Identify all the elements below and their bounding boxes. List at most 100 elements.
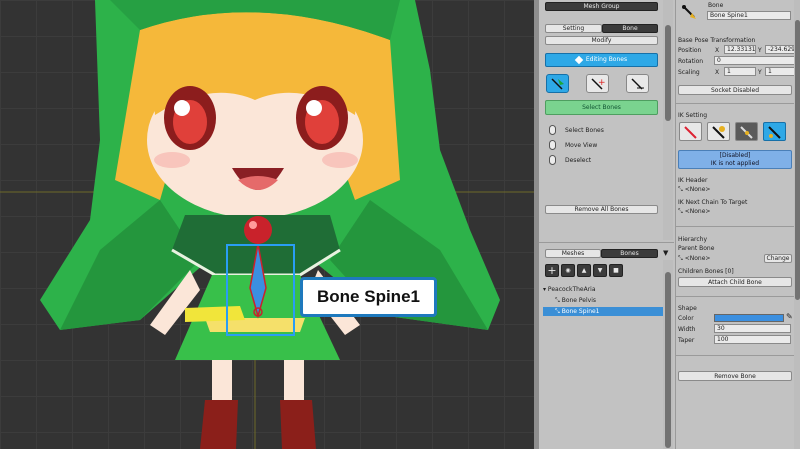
mesh-group-panel: Mesh Group Setting Bone Modify Editing B… (539, 0, 674, 449)
bone-icon: ⤡ (678, 186, 685, 193)
base-pose-heading: Base Pose Transformation (678, 37, 756, 44)
remove-all-bones-button[interactable]: Remove All Bones (545, 205, 658, 214)
parent-bone-value: ⤡ <None> (678, 255, 710, 263)
mouse-right-icon (549, 155, 556, 165)
ik-chain-icon (740, 126, 753, 139)
scaling-y-label: Y (758, 69, 762, 76)
right-separator-3 (676, 296, 800, 297)
panel-title: Bone (708, 2, 724, 9)
position-label: Position (678, 47, 702, 54)
tab-meshes[interactable]: Meshes (545, 249, 601, 258)
children-bones-label: Children Bones [0] (678, 268, 734, 275)
move-down-icon[interactable]: ▼ (593, 264, 607, 277)
attach-child-bone-button[interactable]: Attach Child Bone (678, 277, 792, 287)
add-bone-tool[interactable]: + (586, 74, 609, 93)
scaling-x-field[interactable]: 1 (724, 67, 756, 76)
link-bone-tool[interactable] (626, 74, 649, 93)
mid-scrollbar-thumb[interactable] (665, 25, 671, 121)
tab-bone[interactable]: Bone (602, 24, 658, 33)
position-x-label: X (715, 47, 720, 54)
rotation-field[interactable]: 0 (714, 56, 798, 65)
tree-item-bone-pelvis[interactable]: ⤡ Bone Pelvis (543, 296, 667, 305)
bones-list-scrollbar[interactable] (663, 260, 673, 449)
ik-mode-chain-button[interactable] (735, 122, 758, 141)
width-field[interactable]: 30 (714, 324, 791, 333)
bone-color-swatch[interactable] (714, 314, 784, 322)
visibility-icon[interactable]: ◉ (561, 264, 575, 277)
taper-label: Taper (678, 337, 695, 344)
ik-mode-none-button[interactable] (679, 122, 702, 141)
hint-select: Select Bones (565, 127, 604, 134)
shape-heading: Shape (678, 305, 697, 312)
tab-setting[interactable]: Setting (545, 24, 602, 33)
ik-status-line-2: IK is not applied (710, 160, 760, 167)
trash-icon[interactable]: ■ (609, 264, 623, 277)
ik-header-value: ⤡ <None> (678, 186, 710, 194)
width-label: Width (678, 326, 696, 333)
selected-bone-highlight (226, 244, 295, 336)
collapse-arrow-icon[interactable]: ▼ (663, 249, 668, 257)
character-illustration (0, 0, 534, 449)
bone-icon (682, 5, 696, 19)
ik-status-line-1: [Disabled] (719, 152, 751, 159)
socket-button[interactable]: Socket Disabled (678, 85, 792, 95)
viewport-canvas[interactable]: Bone Spine1 (0, 0, 534, 449)
right-separator-2 (676, 226, 800, 227)
ik-header-value-text: <None> (684, 186, 711, 193)
mid-separator (539, 242, 674, 243)
mid-scrollbar[interactable] (663, 0, 673, 240)
bone-name-callout: Bone Spine1 (300, 277, 437, 317)
ik-setting-heading: IK Setting (678, 112, 708, 119)
tree-root[interactable]: ▾ PeacockTheAria (543, 285, 667, 294)
right-separator-4 (676, 355, 800, 356)
bone-icon: ⤡ (678, 208, 685, 215)
color-label: Color (678, 315, 694, 322)
editing-bones-button[interactable]: Editing Bones (545, 53, 658, 67)
ik-none-icon (684, 126, 697, 139)
mouse-left-icon (549, 125, 556, 135)
bones-list-scrollbar-thumb[interactable] (665, 272, 671, 448)
ik-next-value-text: <None> (684, 208, 711, 215)
remove-bone-button[interactable]: Remove Bone (678, 371, 792, 381)
tree-item-bone-spine1[interactable]: ⤡ Bone Spine1 (543, 307, 667, 316)
add-bone-icon: + (591, 78, 606, 90)
add-icon[interactable]: + (545, 264, 559, 277)
select-bone-icon (551, 78, 564, 90)
right-scrollbar[interactable] (794, 0, 800, 449)
bone-icon: ⤡ (555, 297, 562, 304)
taper-field[interactable]: 100 (714, 335, 791, 344)
position-y-label: Y (758, 47, 762, 54)
position-x-field[interactable]: 12.33131 (724, 45, 756, 54)
ik-next-value: ⤡ <None> (678, 208, 710, 216)
editing-bones-label: Editing Bones (585, 56, 628, 63)
ik-single-icon (768, 126, 781, 139)
parent-bone-label: Parent Bone (678, 245, 715, 252)
change-parent-button[interactable]: Change (764, 254, 792, 263)
right-scrollbar-thumb[interactable] (795, 20, 800, 300)
tree-root-label: PeacockTheAria (547, 286, 596, 293)
right-separator-1 (676, 103, 800, 104)
rotation-label: Rotation (678, 58, 704, 65)
bone-icon: ⤡ (555, 308, 562, 315)
scaling-x-label: X (715, 69, 720, 76)
hierarchy-heading: Hierarchy (678, 236, 708, 243)
ik-status-box: [Disabled] IK is not applied (678, 150, 792, 169)
tree-item-label: Bone Spine1 (561, 308, 600, 315)
ik-mode-head-button[interactable] (707, 122, 730, 141)
modify-button[interactable]: Modify (545, 36, 658, 45)
ik-next-label: IK Next Chain To Target (678, 199, 748, 206)
eyedropper-icon[interactable]: ✎ (786, 312, 793, 321)
select-bones-button[interactable]: Select Bones (545, 100, 658, 115)
bone-properties-panel: Bone Bone Spine1 Base Pose Transformatio… (675, 0, 800, 449)
bone-icon: ⤡ (678, 255, 685, 262)
move-up-icon[interactable]: ▲ (577, 264, 591, 277)
select-bone-tool[interactable] (546, 74, 569, 93)
tab-bones[interactable]: Bones (601, 249, 658, 258)
tree-item-label: Bone Pelvis (561, 297, 597, 304)
bone-name-field[interactable]: Bone Spine1 (707, 11, 791, 20)
ik-mode-single-button[interactable] (763, 122, 786, 141)
mesh-group-header: Mesh Group (545, 2, 658, 11)
hint-move-view: Move View (565, 142, 598, 149)
ik-header-label: IK Header (678, 177, 708, 184)
link-bone-icon (631, 78, 644, 90)
